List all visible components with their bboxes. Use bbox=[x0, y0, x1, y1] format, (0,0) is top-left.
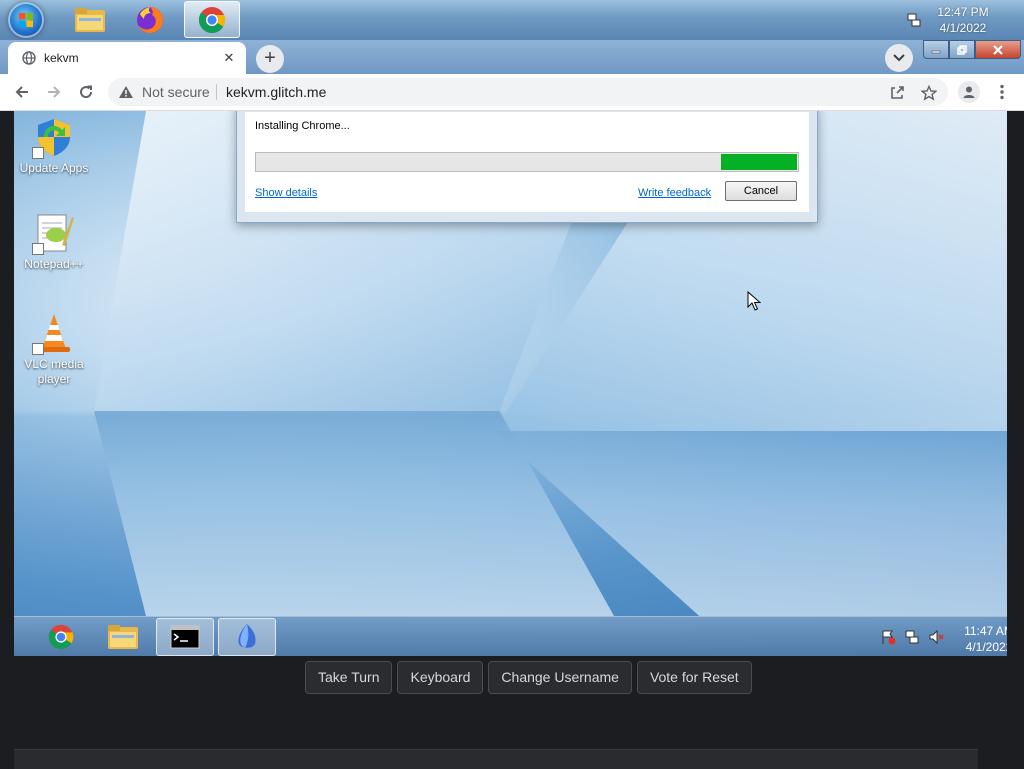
tab-kekvm[interactable]: kekvm ✕ bbox=[8, 42, 246, 74]
tab-close-icon[interactable]: ✕ bbox=[220, 49, 238, 67]
chrome-icon bbox=[198, 6, 226, 33]
page-bottom-bar bbox=[14, 749, 978, 769]
shortcut-arrow-icon bbox=[32, 147, 44, 159]
tab-search-button[interactable] bbox=[885, 44, 913, 72]
host-clock-date: 4/1/2022 bbox=[939, 21, 987, 35]
back-button[interactable] bbox=[12, 82, 32, 102]
vm-system-tray bbox=[880, 629, 944, 645]
forward-button[interactable] bbox=[44, 82, 64, 102]
shortcut-arrow-icon bbox=[32, 343, 44, 355]
windows-logo-icon bbox=[19, 13, 33, 27]
taskbar-firefox[interactable] bbox=[122, 1, 178, 38]
chrome-icon bbox=[48, 624, 74, 650]
arrow-left-icon bbox=[15, 86, 28, 98]
profile-button[interactable] bbox=[958, 81, 980, 103]
host-clock-time: 12:47 PM bbox=[937, 5, 989, 19]
installer-crystal-icon bbox=[238, 624, 256, 648]
host-taskbar: 12:47 PM 4/1/2022 bbox=[0, 0, 1024, 41]
vm-clock[interactable]: 11:47 AM 4/1/2022 bbox=[964, 623, 1007, 655]
star-icon bbox=[921, 85, 937, 101]
new-tab-button[interactable]: + bbox=[256, 45, 284, 73]
vote-reset-button[interactable]: Vote for Reset bbox=[636, 661, 752, 694]
restore-icon bbox=[957, 44, 967, 55]
tab-title: kekvm bbox=[44, 51, 79, 65]
desktop-icon-label: Update Apps bbox=[19, 161, 89, 175]
cancel-button[interactable]: Cancel bbox=[725, 181, 797, 201]
shortcut-arrow-icon bbox=[32, 243, 44, 255]
window-controls bbox=[923, 40, 1021, 60]
desktop-icon-label: VLC media player bbox=[24, 357, 84, 386]
vm-taskbar-file-explorer[interactable] bbox=[94, 618, 152, 656]
chevron-down-icon bbox=[893, 54, 905, 62]
vm-controls: Take Turn Keyboard Change Username Vote … bbox=[305, 661, 752, 694]
folder-icon bbox=[108, 625, 138, 649]
warning-icon[interactable] bbox=[118, 85, 134, 99]
vm-clock-date: 4/1/2022 bbox=[965, 640, 1007, 654]
address-separator bbox=[216, 84, 217, 100]
vlc-cone-icon bbox=[32, 311, 76, 355]
desktop-icon-update-apps[interactable]: Update Apps bbox=[14, 115, 94, 176]
volume-muted-icon[interactable] bbox=[928, 629, 944, 645]
url-text[interactable]: kekvm.glitch.me bbox=[226, 84, 326, 100]
reload-icon bbox=[80, 85, 93, 99]
network-icon[interactable] bbox=[906, 12, 922, 28]
installer-status-text: Installing Chrome... bbox=[255, 120, 350, 132]
person-icon bbox=[963, 86, 975, 98]
bookmark-button[interactable] bbox=[920, 84, 938, 102]
security-status[interactable]: Not secure bbox=[142, 84, 210, 100]
globe-icon bbox=[22, 51, 36, 65]
install-progress-fill bbox=[721, 154, 797, 170]
take-turn-button[interactable]: Take Turn bbox=[305, 661, 393, 694]
arrow-right-icon bbox=[48, 86, 61, 98]
share-icon bbox=[891, 86, 904, 99]
reload-button[interactable] bbox=[76, 82, 96, 102]
desktop-icon-label: Notepad++ bbox=[24, 257, 84, 271]
write-feedback-link[interactable]: Write feedback bbox=[638, 187, 711, 199]
more-vert-icon bbox=[1000, 84, 1004, 100]
host-clock[interactable]: 12:47 PM 4/1/2022 bbox=[928, 4, 998, 36]
vm-taskbar: 11:47 AM 4/1/2022 bbox=[14, 616, 1007, 656]
install-progress-bar bbox=[255, 152, 799, 172]
share-button[interactable] bbox=[888, 84, 906, 102]
vm-taskbar-command-prompt[interactable] bbox=[156, 618, 214, 656]
vm-taskbar-chrome[interactable] bbox=[32, 618, 90, 656]
desktop-icon-vlc[interactable]: VLC media player bbox=[14, 311, 94, 387]
minimize-button[interactable] bbox=[923, 40, 949, 59]
network-icon[interactable] bbox=[904, 629, 920, 645]
firefox-icon bbox=[137, 6, 163, 33]
action-center-flag-icon[interactable] bbox=[880, 629, 896, 645]
keyboard-button[interactable]: Keyboard bbox=[397, 661, 484, 694]
close-icon bbox=[993, 44, 1003, 55]
page-content: Update Apps Notepad++ VLC media player I… bbox=[0, 111, 1024, 769]
browser-toolbar: Not secure kekvm.glitch.me bbox=[0, 74, 1024, 111]
change-username-button[interactable]: Change Username bbox=[488, 661, 632, 694]
chrome-installer-dialog: Installing Chrome... Show details Write … bbox=[236, 111, 818, 223]
taskbar-file-explorer[interactable] bbox=[62, 1, 118, 38]
address-bar[interactable]: Not secure kekvm.glitch.me bbox=[108, 78, 948, 106]
tab-strip: kekvm ✕ bbox=[0, 40, 1024, 74]
browser-menu-button[interactable] bbox=[994, 82, 1010, 102]
minimize-icon bbox=[931, 50, 941, 53]
close-window-button[interactable] bbox=[975, 40, 1021, 59]
start-button[interactable] bbox=[8, 2, 44, 38]
vm-taskbar-installer[interactable] bbox=[218, 618, 276, 656]
mouse-cursor-icon bbox=[747, 291, 761, 311]
update-apps-icon bbox=[32, 115, 76, 159]
command-prompt-icon bbox=[170, 625, 200, 649]
folder-icon bbox=[75, 7, 105, 32]
notepad-plus-plus-icon bbox=[32, 211, 76, 255]
taskbar-chrome[interactable] bbox=[184, 1, 240, 38]
restore-button[interactable] bbox=[949, 40, 975, 59]
vm-clock-time: 11:47 AM bbox=[964, 624, 1007, 638]
installer-dialog-body: Installing Chrome... Show details Write … bbox=[245, 112, 809, 212]
show-details-link[interactable]: Show details bbox=[255, 187, 317, 199]
desktop-icon-notepad-plus-plus[interactable]: Notepad++ bbox=[14, 211, 94, 272]
vm-screen[interactable]: Update Apps Notepad++ VLC media player I… bbox=[14, 111, 1007, 656]
